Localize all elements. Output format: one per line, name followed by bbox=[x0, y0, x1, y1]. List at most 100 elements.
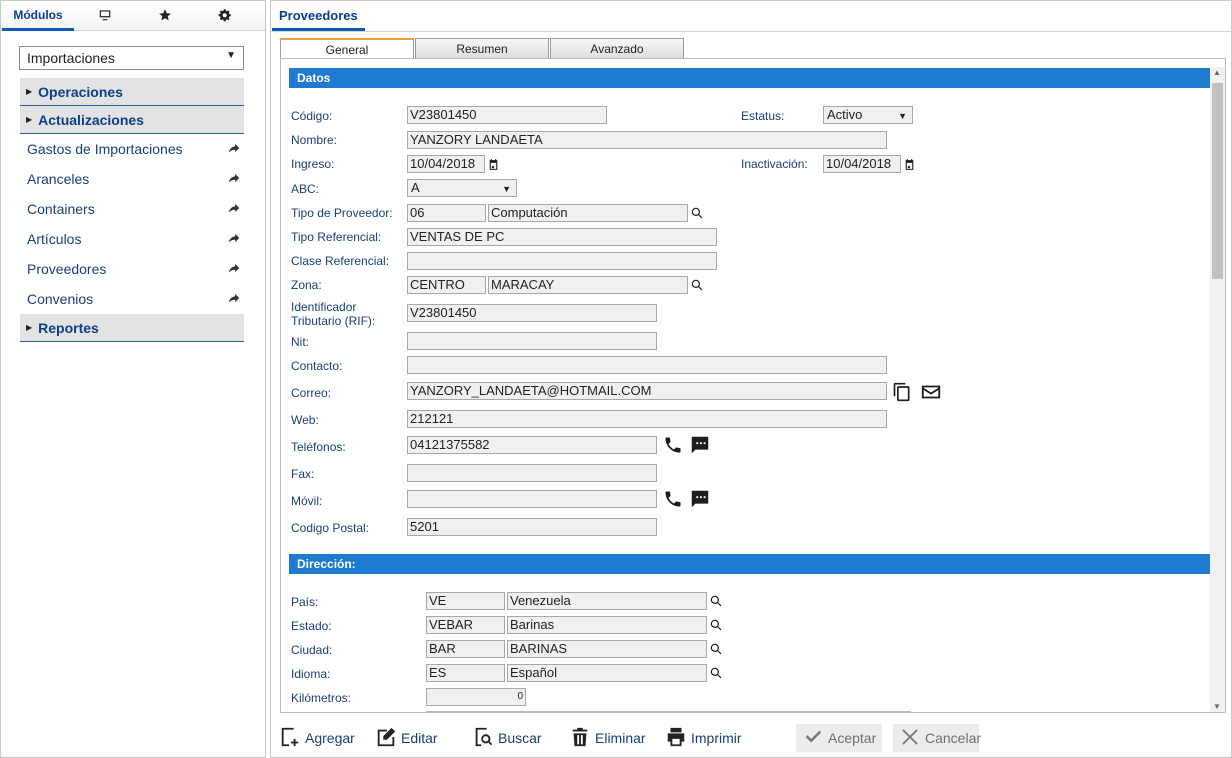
tab-general[interactable]: General bbox=[280, 38, 414, 59]
menu-item-containers[interactable]: Containers bbox=[27, 198, 241, 220]
correo-field[interactable]: YANZORY_LANDAETA@HOTMAIL.COM bbox=[407, 382, 887, 400]
chevron-down-icon: ▼ bbox=[898, 111, 907, 121]
section-operaciones[interactable]: ▶ Operaciones bbox=[20, 78, 244, 106]
telefonos-field[interactable]: 04121375582 bbox=[407, 436, 657, 454]
kilometros-field[interactable]: 0 bbox=[426, 688, 526, 706]
settings-icon bbox=[218, 8, 232, 25]
label-estado: Estado: bbox=[291, 619, 332, 633]
phone-icon[interactable] bbox=[662, 434, 684, 456]
label-movil: Móvil: bbox=[291, 494, 323, 508]
pais-name-field[interactable]: Venezuela bbox=[507, 592, 707, 610]
tab-resumen[interactable]: Resumen bbox=[415, 38, 549, 58]
scroll-down-icon[interactable]: ▼ bbox=[1213, 702, 1221, 711]
menu-item-label: Containers bbox=[27, 201, 95, 217]
mail-icon[interactable] bbox=[919, 381, 943, 403]
abc-select[interactable]: A ▼ bbox=[407, 179, 517, 197]
label-web: Web: bbox=[291, 413, 319, 427]
eliminar-button[interactable]: Eliminar bbox=[569, 724, 646, 752]
header-divider bbox=[271, 31, 1231, 32]
search-icon[interactable] bbox=[708, 617, 724, 633]
cancelar-button[interactable]: Cancelar bbox=[893, 724, 981, 752]
idioma-code-field[interactable]: ES bbox=[426, 664, 505, 682]
share-arrow-icon bbox=[227, 141, 241, 158]
vertical-scrollbar[interactable]: ▲ ▼ bbox=[1210, 67, 1225, 712]
tipo-referencial-field[interactable]: VENTAS DE PC bbox=[407, 228, 717, 246]
nit-field[interactable] bbox=[407, 332, 657, 350]
module-select-value: Importaciones bbox=[27, 50, 115, 66]
tipo-proveedor-code-field[interactable]: 06 bbox=[407, 204, 486, 222]
menu-item-articulos[interactable]: Artículos bbox=[27, 228, 241, 250]
label-codigo: Código: bbox=[291, 109, 333, 123]
action-toolbar: Agregar Editar Buscar Eliminar Imprimir … bbox=[271, 717, 1231, 757]
label-tributario: Tributario (RIF): bbox=[291, 314, 376, 328]
section-reportes-label: Reportes bbox=[38, 319, 99, 336]
pais-code-field[interactable]: VE bbox=[426, 592, 505, 610]
codigo-postal-field[interactable]: 5201 bbox=[407, 518, 657, 536]
buscar-button[interactable]: Buscar bbox=[472, 724, 542, 752]
abc-value: A bbox=[411, 180, 420, 195]
estado-name-field[interactable]: Barinas bbox=[507, 616, 707, 634]
agregar-button[interactable]: Agregar bbox=[279, 724, 355, 752]
tab-settings[interactable] bbox=[207, 1, 243, 31]
tipo-proveedor-name-field[interactable]: Computación bbox=[488, 204, 688, 222]
scrollbar-thumb[interactable] bbox=[1212, 83, 1223, 279]
clase-referencial-field[interactable] bbox=[407, 252, 717, 270]
tab-favorites[interactable] bbox=[147, 1, 183, 31]
section-reportes[interactable]: ▶ Reportes bbox=[20, 314, 244, 342]
add-document-icon bbox=[279, 726, 305, 751]
fax-field[interactable] bbox=[407, 464, 657, 482]
module-select[interactable]: Importaciones ▼ bbox=[19, 46, 244, 70]
sms-icon[interactable] bbox=[689, 488, 711, 510]
zona-code-field[interactable]: CENTRO bbox=[407, 276, 486, 294]
search-icon[interactable] bbox=[708, 641, 724, 657]
editar-button[interactable]: Editar bbox=[375, 724, 438, 752]
menu-item-convenios[interactable]: Convenios bbox=[27, 288, 241, 310]
nombre-field[interactable]: YANZORY LANDAETA bbox=[407, 131, 887, 149]
estatus-select[interactable]: Activo ▼ bbox=[823, 106, 913, 124]
panel-title[interactable]: Proveedores bbox=[272, 3, 365, 31]
copy-icon[interactable] bbox=[891, 381, 913, 403]
printer-icon bbox=[665, 726, 691, 751]
search-icon[interactable] bbox=[689, 277, 705, 293]
eliminar-label: Eliminar bbox=[595, 730, 646, 746]
tab-avanzado[interactable]: Avanzado bbox=[550, 38, 684, 58]
calendar-icon[interactable] bbox=[902, 156, 916, 172]
inactivacion-date-field[interactable]: 10/04/2018 bbox=[823, 155, 901, 173]
section-actualizaciones[interactable]: ▶ Actualizaciones bbox=[20, 106, 244, 134]
estatus-value: Activo bbox=[827, 107, 863, 122]
aceptar-label: Aceptar bbox=[828, 730, 877, 746]
search-icon[interactable] bbox=[689, 205, 705, 221]
aceptar-button[interactable]: Aceptar bbox=[796, 724, 882, 752]
sms-icon[interactable] bbox=[689, 434, 711, 456]
label-nombre: Nombre: bbox=[291, 133, 338, 147]
label-inactivacion: Inactivación: bbox=[741, 157, 808, 171]
ciudad-name-field[interactable]: BARINAS bbox=[507, 640, 707, 658]
search-icon[interactable] bbox=[708, 665, 724, 681]
codigo-field[interactable]: V23801450 bbox=[407, 106, 607, 124]
menu-item-proveedores[interactable]: Proveedores bbox=[27, 258, 241, 280]
contacto-field[interactable] bbox=[407, 356, 887, 374]
web-field[interactable]: 212121 bbox=[407, 410, 887, 428]
label-contacto: Contacto: bbox=[291, 359, 343, 373]
share-arrow-icon bbox=[227, 231, 241, 248]
next-row-edge bbox=[426, 711, 911, 712]
zona-name-field[interactable]: MARACAY bbox=[488, 276, 688, 294]
ciudad-code-field[interactable]: BAR bbox=[426, 640, 505, 658]
label-ciudad: Ciudad: bbox=[291, 643, 333, 657]
calendar-icon[interactable] bbox=[486, 156, 500, 172]
tab-modulos[interactable]: Módulos bbox=[2, 1, 74, 31]
scroll-up-icon[interactable]: ▲ bbox=[1213, 68, 1221, 77]
movil-field[interactable] bbox=[407, 490, 657, 508]
estado-code-field[interactable]: VEBAR bbox=[426, 616, 505, 634]
rif-field[interactable]: V23801450 bbox=[407, 304, 657, 322]
search-icon[interactable] bbox=[708, 593, 724, 609]
ingreso-date-field[interactable]: 10/04/2018 bbox=[407, 155, 485, 173]
share-arrow-icon bbox=[227, 201, 241, 218]
tab-monitor[interactable] bbox=[87, 1, 123, 31]
menu-item-aranceles[interactable]: Aranceles bbox=[27, 168, 241, 190]
section-datos: Datos bbox=[289, 68, 1211, 88]
imprimir-button[interactable]: Imprimir bbox=[665, 724, 742, 752]
phone-icon[interactable] bbox=[662, 488, 684, 510]
menu-item-gastos[interactable]: Gastos de Importaciones bbox=[27, 138, 241, 160]
idioma-name-field[interactable]: Español bbox=[507, 664, 707, 682]
